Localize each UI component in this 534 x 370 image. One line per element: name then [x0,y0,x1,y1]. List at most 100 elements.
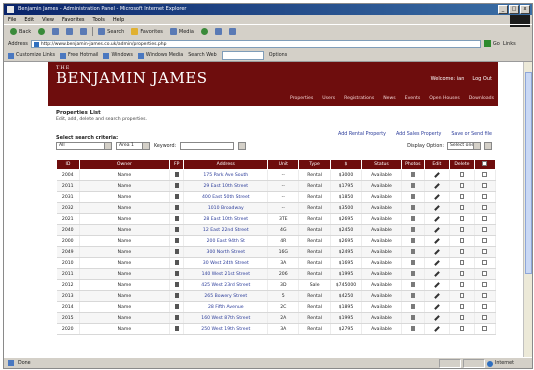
keyword-input[interactable] [180,142,235,150]
edit-pencil-icon[interactable] [434,292,440,299]
row-checkbox[interactable] [482,226,488,232]
row-checkbox[interactable] [482,314,488,320]
cell-address[interactable]: 30 West 24th Street [183,257,269,269]
delete-icon[interactable] [459,171,464,177]
edit-pencil-icon[interactable] [434,325,440,332]
photos-icon[interactable] [410,215,415,221]
maximize-button[interactable]: □ [509,5,519,14]
close-button[interactable]: x [520,5,530,14]
edit-pencil-icon[interactable] [434,193,440,200]
scrollbar-thumb[interactable] [525,72,532,274]
col-owner[interactable]: Owner [78,159,170,170]
cell-address[interactable]: 28 Fifth Avenue [183,301,269,313]
delete-icon[interactable] [459,226,464,232]
edit-pencil-icon[interactable] [434,303,440,310]
photos-icon[interactable] [410,292,415,298]
links-item-customize[interactable]: Customize Links [8,52,55,59]
nav-open-houses[interactable]: Open Houses [429,96,460,101]
floorplan-icon[interactable] [174,270,179,276]
edit-pencil-icon[interactable] [434,314,440,321]
delete-icon[interactable] [459,314,464,320]
nav-news[interactable]: News [383,96,395,101]
edit-pencil-icon[interactable] [434,171,440,178]
delete-icon[interactable] [459,325,464,331]
col-status[interactable]: Status [361,159,402,170]
photos-icon[interactable] [410,182,415,188]
nav-users[interactable]: Users [322,96,335,101]
menu-tools[interactable]: Tools [93,17,105,23]
edit-pencil-icon[interactable] [434,182,440,189]
cell-address[interactable]: 200 East 94th St [183,235,269,247]
delete-icon[interactable] [459,215,464,221]
nav-events[interactable]: Events [405,96,421,101]
delete-icon[interactable] [459,248,464,254]
floorplan-icon[interactable] [174,303,179,309]
floorplan-icon[interactable] [174,193,179,199]
row-checkbox[interactable] [482,204,488,210]
refresh-button[interactable] [64,27,75,36]
floorplan-icon[interactable] [174,281,179,287]
edit-pencil-icon[interactable] [434,281,440,288]
floorplan-icon[interactable] [174,259,179,265]
cell-address[interactable]: 300 North Street [183,246,269,258]
delete-icon[interactable] [459,182,464,188]
cell-address[interactable]: 160 West 87th Street [183,312,269,324]
photos-icon[interactable] [410,193,415,199]
menu-favorites[interactable]: Favorites [62,17,85,23]
menu-view[interactable]: View [42,17,54,23]
col-select-all[interactable] [473,159,497,170]
history-button[interactable] [199,27,210,36]
delete-icon[interactable] [459,193,464,199]
floorplan-icon[interactable] [174,314,179,320]
delete-icon[interactable] [459,292,464,298]
col-address[interactable]: Address [183,159,269,170]
cell-address[interactable]: 400 East 50th Street [183,191,269,203]
site-logo[interactable]: THE BENJAMIN JAMES [56,66,208,86]
row-checkbox[interactable] [482,303,488,309]
row-checkbox[interactable] [482,182,488,188]
cell-address[interactable]: 265 Bowery Street [183,290,269,302]
cell-address[interactable]: 175 Park Ave South [183,169,269,181]
edit-pencil-icon[interactable] [434,248,440,255]
delete-icon[interactable] [459,281,464,287]
edit-pencil-icon[interactable] [434,226,440,233]
cell-address[interactable]: 1010 Broadway [183,202,269,214]
photos-icon[interactable] [410,226,415,232]
edit-pencil-icon[interactable] [434,259,440,266]
floorplan-icon[interactable] [174,171,179,177]
cell-address[interactable]: 12 East 22nd Street [183,224,269,236]
cell-address[interactable]: 250 West 19th Street [183,323,269,335]
display-option-select[interactable]: Select one [447,142,481,150]
links-label[interactable]: Links [503,41,516,47]
criteria-select-2[interactable]: Area 1 [116,142,150,150]
photos-icon[interactable] [410,303,415,309]
delete-icon[interactable] [459,270,464,276]
options-button[interactable]: Options [269,53,288,58]
home-button[interactable] [78,27,89,36]
links-item-windows[interactable]: Windows [103,52,133,59]
delete-icon[interactable] [459,204,464,210]
photos-icon[interactable] [410,270,415,276]
edit-pencil-icon[interactable] [434,204,440,211]
row-checkbox[interactable] [482,325,488,331]
address-input[interactable]: http://www.benjamin-james.co.uk/admin/pr… [30,39,481,48]
nav-properties[interactable]: Properties [290,96,313,101]
photos-icon[interactable] [410,314,415,320]
logout-link[interactable]: Log Out [472,76,492,82]
add-rental-link[interactable]: Add Rental Property [338,132,386,137]
col-price[interactable]: $ [329,159,363,170]
floorplan-icon[interactable] [174,215,179,221]
edit-pencil-icon[interactable] [434,215,440,222]
row-checkbox[interactable] [482,259,488,265]
floorplan-icon[interactable] [174,204,179,210]
col-unit[interactable]: Unit [267,159,300,170]
menu-edit[interactable]: Edit [24,17,34,23]
add-sales-link[interactable]: Add Sales Property [396,132,441,137]
nav-registrations[interactable]: Registrations [344,96,374,101]
floorplan-icon[interactable] [174,292,179,298]
photos-icon[interactable] [410,248,415,254]
criteria-select-1[interactable]: All [56,142,112,150]
row-checkbox[interactable] [482,248,488,254]
floorplan-icon[interactable] [174,237,179,243]
photos-icon[interactable] [410,171,415,177]
